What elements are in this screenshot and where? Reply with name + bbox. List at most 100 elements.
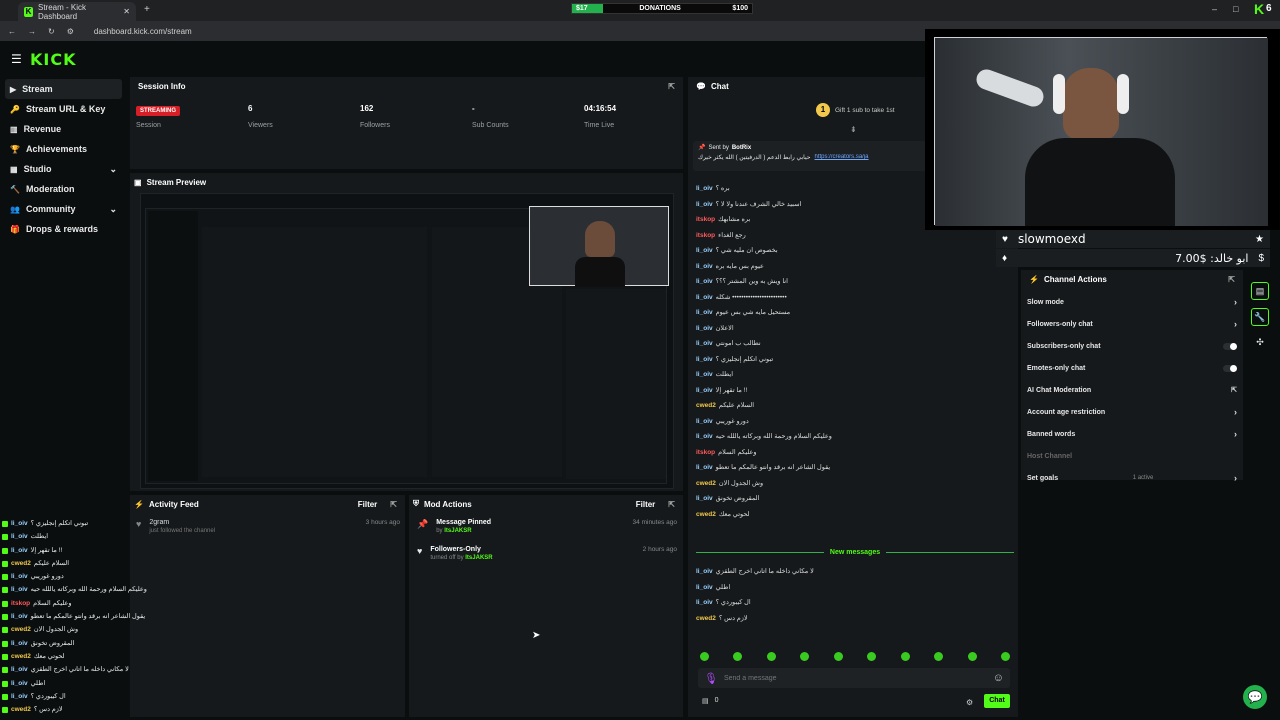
popout-icon[interactable]: ⇱ xyxy=(390,500,397,509)
maximize-icon[interactable]: □ xyxy=(1233,4,1238,14)
chat-username[interactable]: li_oiv xyxy=(696,580,713,596)
chat-username[interactable]: li_oiv xyxy=(696,274,713,290)
emote-icon[interactable] xyxy=(867,652,877,661)
send-chat-button[interactable]: Chat xyxy=(984,694,1010,708)
mod-filter-button[interactable]: Filter xyxy=(636,500,656,509)
new-tab-icon[interactable]: + xyxy=(144,4,150,15)
settings-icon[interactable]: ⚙ xyxy=(966,698,973,707)
sidebar-item-moderation[interactable]: 🔨 Moderation xyxy=(0,179,127,199)
chevron-down-icon[interactable]: ⌄ xyxy=(109,204,117,215)
sidebar-item-achievements[interactable]: 🏆 Achievements xyxy=(0,139,127,159)
scroll-down-icon[interactable]: ⇟ xyxy=(850,125,857,134)
activity-feed-title: Activity Feed xyxy=(148,499,199,509)
channel-action-slow-mode[interactable]: Slow mode › xyxy=(1021,291,1243,313)
browser-tab[interactable]: K Stream - Kick Dashboard ✕ xyxy=(18,2,136,21)
chat-username[interactable]: li_oiv xyxy=(696,491,713,507)
chevron-down-icon[interactable]: ⌄ xyxy=(109,164,117,175)
chat-username[interactable]: li_oiv xyxy=(696,259,713,275)
menu-icon[interactable]: ☰ xyxy=(11,52,22,66)
chat-username[interactable]: li_oiv xyxy=(696,595,713,611)
chat-username[interactable]: cwed2 xyxy=(696,398,716,414)
toggle-switch[interactable] xyxy=(1223,342,1237,350)
site-info-icon[interactable]: ⚙ xyxy=(67,27,74,36)
chat-username[interactable]: li_oiv xyxy=(696,305,713,321)
chat-username[interactable]: itskop xyxy=(696,212,715,228)
chat-message-input[interactable] xyxy=(723,674,987,682)
channel-action-ai-chat-moderation[interactable]: AI Chat Moderation ⇱ xyxy=(1021,379,1243,401)
chat-username[interactable]: li_oiv xyxy=(696,460,713,476)
chat-text: بخصوص ان مليه شي ؟ xyxy=(715,247,778,254)
chat-username[interactable]: li_oiv xyxy=(696,336,713,352)
chat-username[interactable]: li_oiv xyxy=(696,429,713,445)
help-chat-button[interactable]: 💬 xyxy=(1243,685,1267,709)
channel-action-emotes-only-chat[interactable]: Emotes-only chat xyxy=(1021,357,1243,379)
sidebar-item-label: Moderation xyxy=(25,184,75,194)
kick-logo[interactable]: KICK xyxy=(30,50,77,69)
chat-username[interactable]: cwed2 xyxy=(696,507,716,523)
chat-username[interactable]: li_oiv xyxy=(696,352,713,368)
emote-icon[interactable] xyxy=(934,652,944,661)
stream-video[interactable] xyxy=(140,193,674,489)
channel-action-followers-only-chat[interactable]: Followers-only chat › xyxy=(1021,313,1243,335)
chat-username[interactable]: li_oiv xyxy=(696,197,713,213)
emote-icon[interactable] xyxy=(700,652,709,661)
close-tab-icon[interactable]: ✕ xyxy=(123,7,130,16)
channel-action-banned-words[interactable]: Banned words › xyxy=(1021,423,1243,445)
chat-username[interactable]: cwed2 xyxy=(696,611,716,627)
sidebar-item-community[interactable]: 👥 Community ⌄ xyxy=(0,199,127,219)
channel-action-account-age-restriction[interactable]: Account age restriction › xyxy=(1021,401,1243,423)
back-icon[interactable]: ← xyxy=(8,27,16,36)
clipboard-icon[interactable]: ▤ xyxy=(1251,282,1269,300)
popout-icon[interactable]: ⇱ xyxy=(668,500,675,509)
chat-username[interactable]: cwed2 xyxy=(696,476,716,492)
overlay-chat-user: cwed2 xyxy=(11,559,31,567)
minimize-icon[interactable]: – xyxy=(1212,4,1217,14)
gift-icon[interactable]: 1 xyxy=(816,103,830,117)
overlay-chat-text: لازم دس ؟ xyxy=(33,706,63,714)
emote-icon[interactable] xyxy=(833,652,843,661)
pin-icon: 📌 xyxy=(417,519,429,529)
sidebar-item-stream-url-key[interactable]: 🔑 Stream URL & Key xyxy=(0,99,127,119)
chat-username[interactable]: li_oiv xyxy=(696,181,713,197)
chat-username[interactable]: itskop xyxy=(696,228,715,244)
wrench-icon[interactable]: 🔧 xyxy=(1251,308,1269,326)
forward-icon[interactable]: → xyxy=(28,27,36,36)
emote-icon[interactable] xyxy=(800,652,810,661)
emoji-icon[interactable]: ☺ xyxy=(993,672,1004,684)
sidebar-item-drops-rewards[interactable]: 🎁 Drops & rewards xyxy=(0,219,127,239)
drop-icon: ♦ xyxy=(1002,252,1008,264)
reload-icon[interactable]: ↻ xyxy=(48,27,55,36)
overlay-chat-text: ما تقهر إلا !! xyxy=(30,546,63,554)
sidebar-item-stream[interactable]: ▶ Stream xyxy=(5,79,122,99)
emote-icon[interactable] xyxy=(733,652,743,661)
chat-username[interactable]: li_oiv xyxy=(696,564,713,580)
url-field[interactable]: dashboard.kick.com/stream xyxy=(94,27,192,36)
chat-username[interactable]: li_oiv xyxy=(696,321,713,337)
chat-username[interactable]: li_oiv xyxy=(696,290,713,306)
sidebar-item-studio[interactable]: ▦ Studio ⌄ xyxy=(0,159,127,179)
activity-filter-button[interactable]: Filter xyxy=(358,500,378,509)
sidebar-item-revenue[interactable]: ▥ Revenue xyxy=(0,119,127,139)
mic-icon[interactable]: 🎙 xyxy=(704,672,718,685)
toggle-switch[interactable] xyxy=(1223,364,1237,372)
chat-username[interactable]: li_oiv xyxy=(696,414,713,430)
emote-icon[interactable] xyxy=(1000,652,1010,661)
popout-icon[interactable]: ⇱ xyxy=(668,82,675,91)
chat-username[interactable]: li_oiv xyxy=(696,243,713,259)
overlay-chat-text: ال كيبوردي ؟ xyxy=(30,692,66,700)
emote-icon[interactable] xyxy=(766,652,776,661)
popout-icon[interactable]: ⇱ xyxy=(1228,275,1235,284)
chat-username[interactable]: li_oiv xyxy=(696,367,713,383)
preview-sidebar xyxy=(148,211,198,481)
chat-username[interactable]: itskop xyxy=(696,445,715,461)
mod-action-user[interactable]: ItsJAKSR xyxy=(444,528,471,534)
mod-action-user[interactable]: ItsJAKSR xyxy=(465,555,492,561)
pinned-link[interactable]: https://creators.sa/ja xyxy=(815,154,869,161)
overlay-chat-user: li_oiv xyxy=(11,533,28,541)
chat-username[interactable]: li_oiv xyxy=(696,383,713,399)
channel-action-set-goals[interactable]: Set goals 1 active › xyxy=(1021,467,1243,489)
emote-icon[interactable] xyxy=(967,652,977,661)
emote-icon[interactable] xyxy=(900,652,910,661)
channel-action-subscribers-only-chat[interactable]: Subscribers-only chat xyxy=(1021,335,1243,357)
puzzle-icon[interactable]: ✣ xyxy=(1251,334,1269,352)
